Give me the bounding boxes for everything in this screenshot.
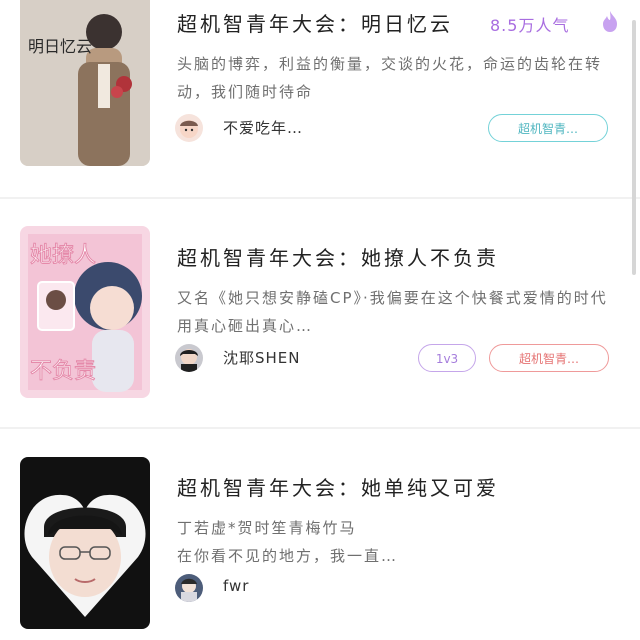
story-card[interactable]: 明日忆云 超机智青年大会：明日忆云 8.5万人气 头脑的博弈，利益的衡量，交谈的… [0,0,640,196]
story-description: 头脑的博弈，利益的衡量，交谈的火花，命运的齿轮在转动，我们随时待命 [177,55,603,101]
avatar [175,344,203,372]
divider [0,197,640,199]
popularity-count: 8.5万人气 [490,16,570,35]
tag-chip[interactable]: 1v3 [418,344,476,372]
author-name[interactable]: 不爱吃年… [223,117,303,138]
cover-text: 她撩人 [30,243,96,268]
tag-chip[interactable]: 超机智青… [489,344,609,372]
scrollbar[interactable] [632,20,636,275]
story-description: 丁若虚*贺时笙青梅竹马 在你看不见的地方，我一直… [177,514,617,570]
description-line: 在你看不见的地方，我一直… [177,547,399,565]
avatar [175,114,203,142]
author-name[interactable]: 沈耶SHEN [223,347,301,368]
story-description: 又名《她只想安静磕CP》·我偏要在这个快餐式爱情的时代用真心砸出真心… [177,289,608,335]
story-title[interactable]: 超机智青年大会：她单纯又可爱 [177,472,499,501]
cover-text: 不负责 [30,359,96,384]
flame-icon [603,11,617,32]
story-title[interactable]: 超机智青年大会：明日忆云 [177,8,453,37]
author-name[interactable]: fwr [223,577,249,595]
story-cover[interactable] [20,457,150,629]
cover-text: 明日忆云 [28,37,92,56]
description-line: 丁若虚*贺时笙青梅竹马 [177,519,357,537]
tag-chip[interactable]: 超机智青… [488,114,608,142]
story-list: 明日忆云 超机智青年大会：明日忆云 8.5万人气 头脑的博弈，利益的衡量，交谈的… [0,0,640,640]
story-cover[interactable]: 她撩人 不负责 [20,226,150,398]
story-cover[interactable]: 明日忆云 [20,0,150,166]
story-card[interactable]: 她撩人 不负责 超机智青年大会：她撩人不负责 又名《她只想安静磕CP》·我偏要在… [0,200,640,426]
story-card[interactable]: 超机智青年大会：她单纯又可爱 丁若虚*贺时笙青梅竹马 在你看不见的地方，我一直…… [0,430,640,640]
divider [0,427,640,429]
story-title[interactable]: 超机智青年大会：她撩人不负责 [177,242,499,271]
avatar [175,574,203,602]
